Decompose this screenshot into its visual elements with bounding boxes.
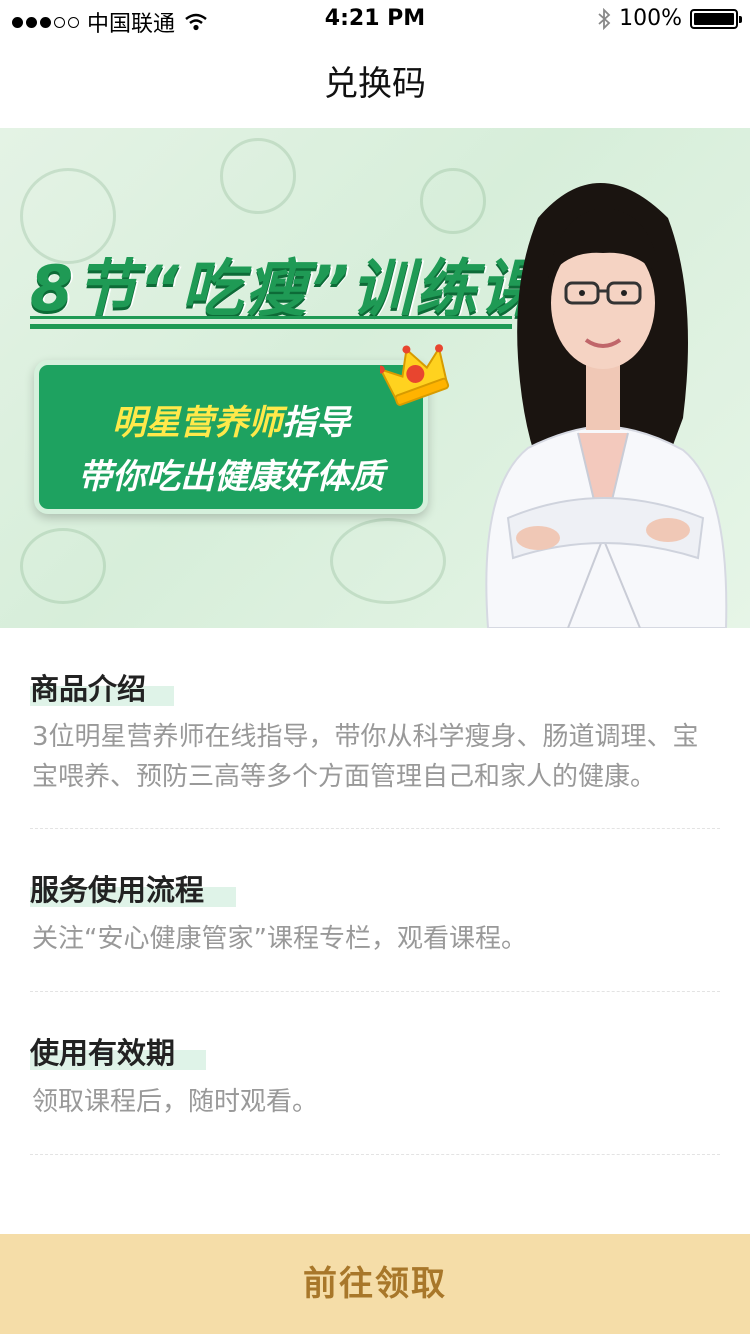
claim-button[interactable]: 前往领取: [0, 1234, 750, 1334]
banner-line1-rest: 指导: [282, 403, 350, 443]
doodle-decoration: [220, 138, 296, 214]
doodle-decoration: [330, 518, 446, 604]
nav-bar: 兑换码: [0, 40, 750, 128]
battery-level: [694, 12, 734, 25]
section-title: 服务使用流程: [30, 873, 205, 907]
banner-line2: 带你吃出健康好体质: [78, 457, 384, 497]
battery-percent: 100%: [619, 6, 682, 31]
banner-highlight: 明星营养师: [112, 403, 282, 443]
status-right: 100%: [597, 6, 742, 31]
battery-icon: [690, 8, 742, 29]
banner-card: 明星营养师指导 带你吃出健康好体质: [34, 360, 428, 514]
bluetooth-icon: [598, 7, 611, 30]
banner-line1: 明星营养师指导: [39, 395, 423, 444]
product-info: 商品介绍 3位明星营养师在线指导，带你从科学瘦身、肠道调理、宝宝喂养、预防三高等…: [30, 628, 720, 1155]
doodle-decoration: [20, 528, 106, 604]
section-title: 商品介绍: [30, 672, 147, 706]
status-bar: 中国联通 4:21 PM 100%: [0, 0, 750, 40]
section-text: 关注“安心健康管家”课程专栏，观看课程。: [32, 924, 527, 954]
section-validity: 使用有效期 领取课程后，随时观看。: [30, 992, 720, 1155]
banner-title: 8节“吃瘦”训练课: [30, 252, 544, 325]
section-product-intro: 商品介绍 3位明星营养师在线指导，带你从科学瘦身、肠道调理、宝宝喂养、预防三高等…: [30, 628, 720, 829]
section-title: 使用有效期: [30, 1036, 176, 1070]
nutritionist-photo: [485, 183, 728, 628]
section-usage-process: 服务使用流程 关注“安心健康管家”课程专栏，观看课程。: [30, 829, 720, 992]
section-text: 领取课程后，随时观看。: [32, 1087, 319, 1117]
crown-icon: [380, 344, 450, 406]
promo-banner[interactable]: 8节“吃瘦”训练课 明星营养师指导 带你吃出健康好体质: [0, 128, 750, 628]
page-title: 兑换码: [324, 64, 426, 104]
section-text: 3位明星营养师在线指导，带你从科学瘦身、肠道调理、宝宝喂养、预防三高等多个方面管…: [32, 722, 699, 792]
title-underline: [30, 316, 512, 330]
